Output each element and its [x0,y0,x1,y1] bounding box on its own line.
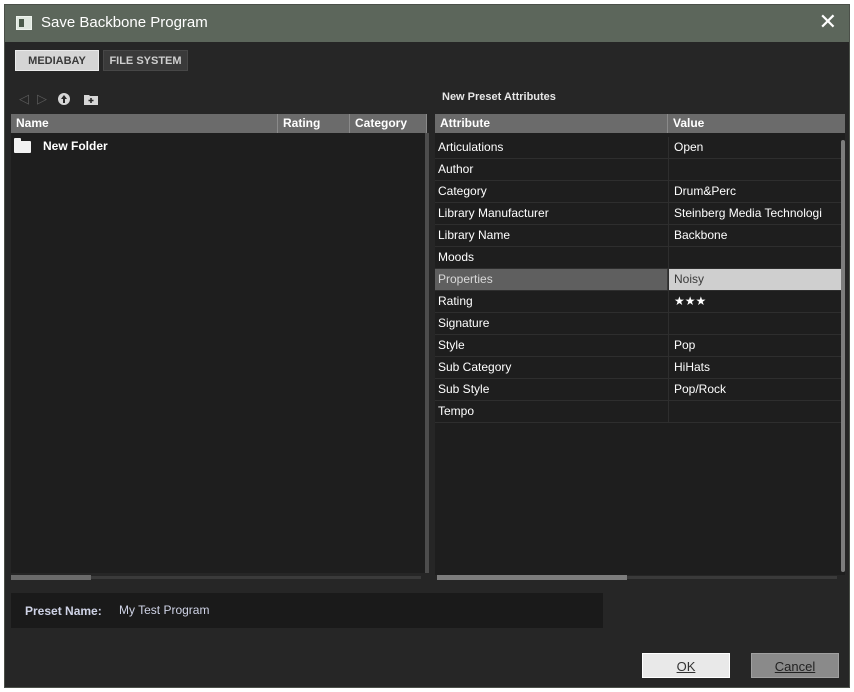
folder-name: New Folder [43,139,108,153]
up-folder-icon[interactable] [57,92,71,106]
close-icon[interactable]: ✕ [819,11,837,33]
app-window-icon [16,16,32,30]
attribute-value[interactable]: Backbone [668,225,841,246]
attribute-name: Author [438,162,474,176]
column-rating[interactable]: Rating [278,114,350,133]
ok-button[interactable]: OK [642,653,730,678]
table-row[interactable]: Library Name Backbone [435,225,841,247]
window-title: Save Backbone Program [41,14,208,31]
attribute-name: Tempo [438,404,475,418]
attribute-value[interactable] [668,159,841,180]
tab-file-system[interactable]: FILE SYSTEM [103,50,188,71]
attributes-vertical-scrollbar[interactable] [841,140,845,572]
attribute-name: Library Manufacturer [438,206,549,220]
table-row[interactable]: Rating ★★★ [435,291,841,313]
title-bar[interactable]: Save Backbone Program ✕ [5,5,849,42]
attribute-name: Articulations [438,140,504,154]
back-icon[interactable]: ◁ [17,92,31,106]
attribute-value[interactable]: Pop [668,335,841,356]
preset-name-label: Preset Name: [25,604,102,618]
table-row[interactable]: Articulations Open [435,137,841,159]
tab-mediabay[interactable]: MEDIABAY [15,50,99,71]
file-list-vertical-scrollbar[interactable] [425,133,429,573]
attribute-value[interactable]: Open [668,137,841,158]
attribute-name: Rating [438,294,473,308]
save-program-dialog: Save Backbone Program ✕ MEDIABAY FILE SY… [4,4,850,688]
attribute-value[interactable] [668,247,841,268]
column-attribute[interactable]: Attribute [435,114,668,133]
attribute-name: Sub Category [438,360,512,374]
list-item[interactable]: New Folder [11,138,311,156]
table-row[interactable]: Signature [435,313,841,335]
table-row[interactable]: Moods [435,247,841,269]
table-row[interactable]: Properties Noisy [435,269,841,291]
table-row[interactable]: Author [435,159,841,181]
folder-icon [14,138,31,153]
table-row[interactable]: Tempo [435,401,841,423]
attribute-name: Style [438,338,465,352]
attribute-value[interactable] [668,313,841,334]
attributes-scroll-thumb[interactable] [437,575,627,580]
attribute-name: Properties [435,269,667,290]
attribute-value[interactable]: Pop/Rock [668,379,841,400]
attribute-value[interactable]: ★★★ [668,291,841,312]
table-row[interactable]: Library Manufacturer Steinberg Media Tech… [435,203,841,225]
attribute-name: Sub Style [438,382,490,396]
attributes-panel-title: New Preset Attributes [442,91,556,103]
column-value[interactable]: Value [668,114,845,133]
attributes-header: Attribute Value [435,114,845,133]
file-list: New Folder [11,133,427,573]
column-name[interactable]: Name [11,114,278,133]
attributes-table: Articulations Open Author Category Drum&Perc… [435,133,845,575]
attribute-value[interactable]: Steinberg Media Technologi [668,203,841,224]
table-row[interactable]: Style Pop [435,335,841,357]
table-row[interactable]: Sub Category HiHats [435,357,841,379]
attribute-value[interactable]: Drum&Perc [668,181,841,202]
attribute-value[interactable]: HiHats [668,357,841,378]
attribute-value[interactable] [668,401,841,422]
forward-icon[interactable]: ▷ [35,92,49,106]
new-folder-icon[interactable] [83,92,98,106]
attribute-value[interactable]: Noisy [668,269,841,290]
file-list-header: Name Rating Category [11,114,427,133]
attribute-name: Category [438,184,487,198]
attribute-name: Moods [438,250,475,264]
attribute-name: Library Name [438,228,511,242]
browser-toolbar: ◁ ▷ [5,84,427,114]
attribute-name: Signature [438,316,490,330]
preset-name-input[interactable] [115,597,603,623]
table-row[interactable]: Sub Style Pop/Rock [435,379,841,401]
preset-name-bar: Preset Name: [11,593,603,628]
column-category[interactable]: Category [350,114,427,133]
cancel-button[interactable]: Cancel [751,653,839,678]
file-list-scroll-thumb[interactable] [11,575,91,580]
table-row[interactable]: Category Drum&Perc [435,181,841,203]
